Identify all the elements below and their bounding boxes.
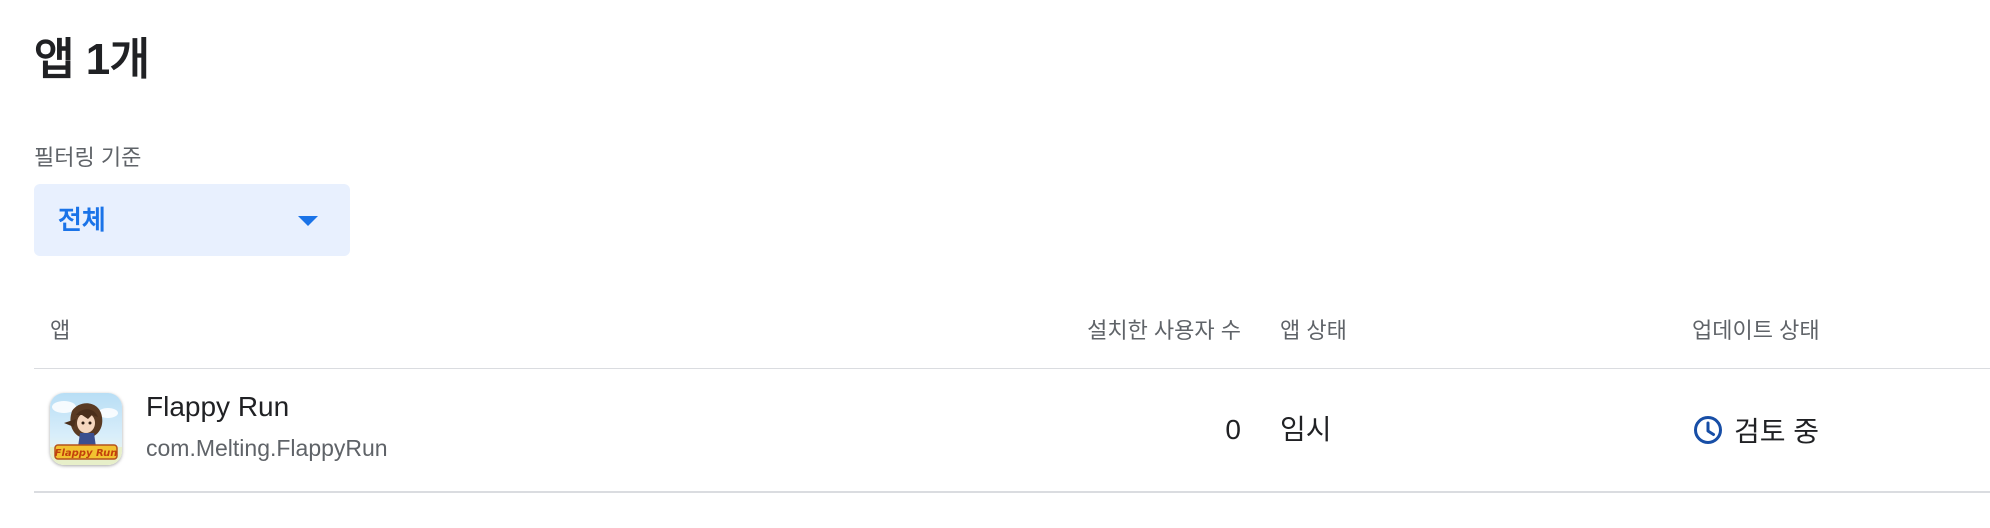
column-header-app[interactable]: 앱 [50,296,70,366]
app-status: 임시 [1280,414,1332,445]
filter-selected-value: 전체 [58,205,106,235]
app-package-name: com.Melting.FlappyRun [146,435,388,461]
column-header-app-status[interactable]: 앱 상태 [1280,296,1347,366]
filter-dropdown[interactable]: 전체 [34,184,350,256]
column-header-update-status[interactable]: 업데이트 상태 [1692,296,1820,366]
svg-text:Flappy Run: Flappy Run [55,448,118,459]
apps-table: 앱 설치한 사용자 수 앱 상태 업데이트 상태 Flappy Run Flap… [34,296,1990,493]
installs-count: 0 [1225,414,1241,445]
table-header: 앱 설치한 사용자 수 앱 상태 업데이트 상태 [34,296,1990,369]
filter-label: 필터링 기준 [34,145,142,170]
arrow-drop-down-icon [298,216,318,226]
update-status-label: 검토 중 [1734,416,1820,447]
clock-icon [1694,416,1722,444]
update-status: 검토 중 [1692,369,1819,491]
column-header-installs[interactable]: 설치한 사용자 수 [1087,296,1241,366]
table-row[interactable]: Flappy Run Flappy Run com.Melting.Flappy… [34,369,1990,493]
page-title: 앱 1개 [34,35,150,84]
flappy-run-app-icon: Flappy Run [50,393,122,465]
app-name[interactable]: Flappy Run [146,389,289,425]
